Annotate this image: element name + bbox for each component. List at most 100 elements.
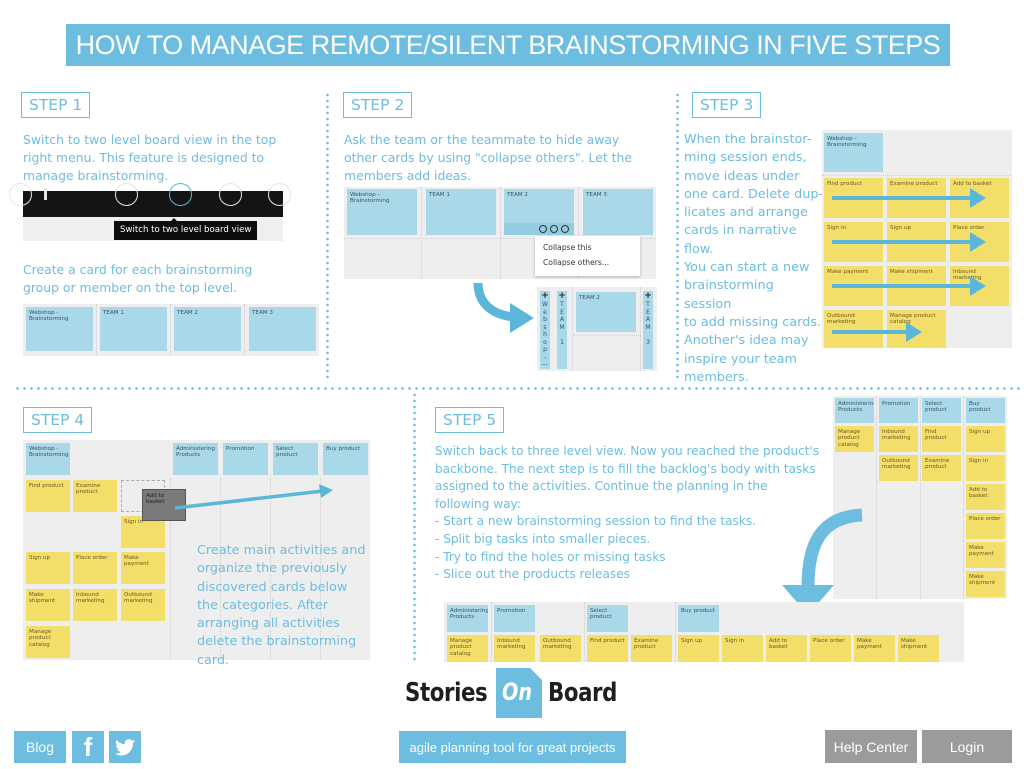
card: Inbound marketing [494,635,535,662]
tagline: agile planning tool for great projects [399,731,626,763]
logo-text-right: Board [548,678,618,708]
card: Find product [922,426,961,452]
step-2-label: STEP 2 [343,92,413,118]
card: Sign up [678,635,719,662]
login-button[interactable]: Login [922,730,1012,763]
step-2-text: Ask the team or the teammate to hide awa… [344,132,632,184]
twitter-link[interactable] [109,731,141,763]
twitter-icon [115,738,135,755]
menu-item-collapse-others[interactable]: Collapse others... [535,255,640,270]
facebook-icon: f [83,731,93,762]
card: Select product [922,398,961,423]
share-icon [268,183,291,206]
card: Make shipment [898,635,939,662]
step-5-label: STEP 5 [435,407,505,433]
more-icon[interactable] [561,225,569,233]
card: Add to basket [966,484,1005,510]
step-2-collapsed-board: + W e b s h o p - — + T E A M 1 TEAM 2 +… [537,287,657,371]
card: Administering Products [835,398,874,423]
card-actions-bar [504,223,574,235]
divider-horizontal [14,387,1022,390]
curved-arrow-icon [473,282,534,333]
toolbar-icon [9,183,32,206]
collapse-icon[interactable] [539,225,547,233]
step-5-text: Switch back to three level view. Now you… [435,444,820,511]
toolbar-screenshot [9,183,291,217]
flow-arrows [832,188,986,342]
card: Promotion [494,605,535,632]
card: TEAM 2 [576,292,636,332]
card: TEAM 3 [249,307,316,351]
collapsed-column-team-1[interactable]: + T E A M 1 [557,291,567,369]
help-center-button[interactable]: Help Center [825,730,917,763]
card: Administering Products [447,605,488,632]
step-3-board: Webshop - Brainstorming Find product Exa… [822,130,1012,348]
card-team-2: TEAM 2 [504,189,574,235]
step-5-horizontal-board: Administering Products Promotion Select … [444,602,964,662]
divider-vertical-3 [413,392,416,662]
expand-icon[interactable]: + [557,292,567,301]
card: Buy product [966,398,1005,423]
card: Webshop - Brainstorming [26,307,93,351]
card: Find product [587,635,628,662]
card: Place order [810,635,851,662]
step-3-text: When the brainstor- ming session ends, m… [684,132,824,385]
expand-icon[interactable]: + [540,292,550,301]
card: Make payment [854,635,895,662]
step-1-text: Switch to two level board view in the to… [23,132,277,184]
page-title: HOW TO MANAGE REMOTE/SILENT BRAINSTORMIN… [75,29,941,60]
bullet: - Slice out the products releases [435,567,630,582]
card-title: TEAM 2 [507,192,528,198]
divider-vertical-1 [326,92,329,382]
card: Buy product [678,605,719,632]
step-1-board: Webshop - Brainstorming TEAM 1 TEAM 2 TE… [23,304,319,356]
step-4-text: Create main activities and organize the … [197,543,366,668]
card: Outbound marketing [879,455,918,481]
title-banner: HOW TO MANAGE REMOTE/SILENT BRAINSTORMIN… [66,24,950,66]
board-icon [219,183,242,206]
logo[interactable]: Stories On Board [405,668,625,718]
card: Examine product [922,455,961,481]
card: Add to basket [766,635,807,662]
card: Sign in [722,635,763,662]
card: TEAM 1 [100,307,167,351]
card: Place order [966,513,1005,539]
logo-text-middle: On [502,678,532,706]
toolbar-tooltip-area: Switch to two level board view [23,217,283,241]
card: Select product [587,605,628,632]
facebook-link[interactable]: f [72,731,104,763]
step-3-label: STEP 3 [692,92,762,118]
card: Examine product [631,635,672,662]
card: Make payment [966,542,1005,568]
bullet: - Split big tasks into smaller pieces. [435,531,651,546]
logo-text-left: Stories [405,678,488,708]
toolbar-icon [44,188,47,200]
card-context-menu: Collapse this Collapse others... [535,236,640,276]
step-5-text-block: Switch back to three level view. Now you… [435,443,825,584]
bullet: - Start a new brainstorming session to f… [435,514,756,529]
card: TEAM 2 [174,307,241,351]
step-1-label: STEP 1 [21,92,91,118]
edit-icon[interactable] [550,225,558,233]
collapsed-column-webshop[interactable]: + W e b s h o p - — [540,291,550,369]
card: TEAM 1 [426,189,496,235]
two-level-view-icon [169,183,192,206]
card: Sign up [966,426,1005,452]
tooltip: Switch to two level board view [114,221,258,240]
logo-box: On [496,668,542,718]
step-1-text-2: Create a card for each brainstorming gro… [23,262,253,296]
expand-icon[interactable]: + [643,292,653,301]
card: Webshop - Brainstorming [347,189,417,235]
card: Promotion [879,398,918,423]
menu-item-collapse-this[interactable]: Collapse this [535,240,640,255]
collapsed-column-team-3[interactable]: + T E A M 3 [643,291,653,369]
card: Outbound marketing [540,635,581,662]
info-icon [115,183,138,206]
card: Sign in [966,455,1005,481]
blog-link[interactable]: Blog [14,731,66,763]
card: Make shipment [966,571,1005,597]
bullet: - Try to find the holes or missing tasks [435,549,666,564]
card: TEAM 3 [583,189,653,235]
card: Manage product catalog [447,635,488,662]
card: Manage product catalog [835,426,874,452]
